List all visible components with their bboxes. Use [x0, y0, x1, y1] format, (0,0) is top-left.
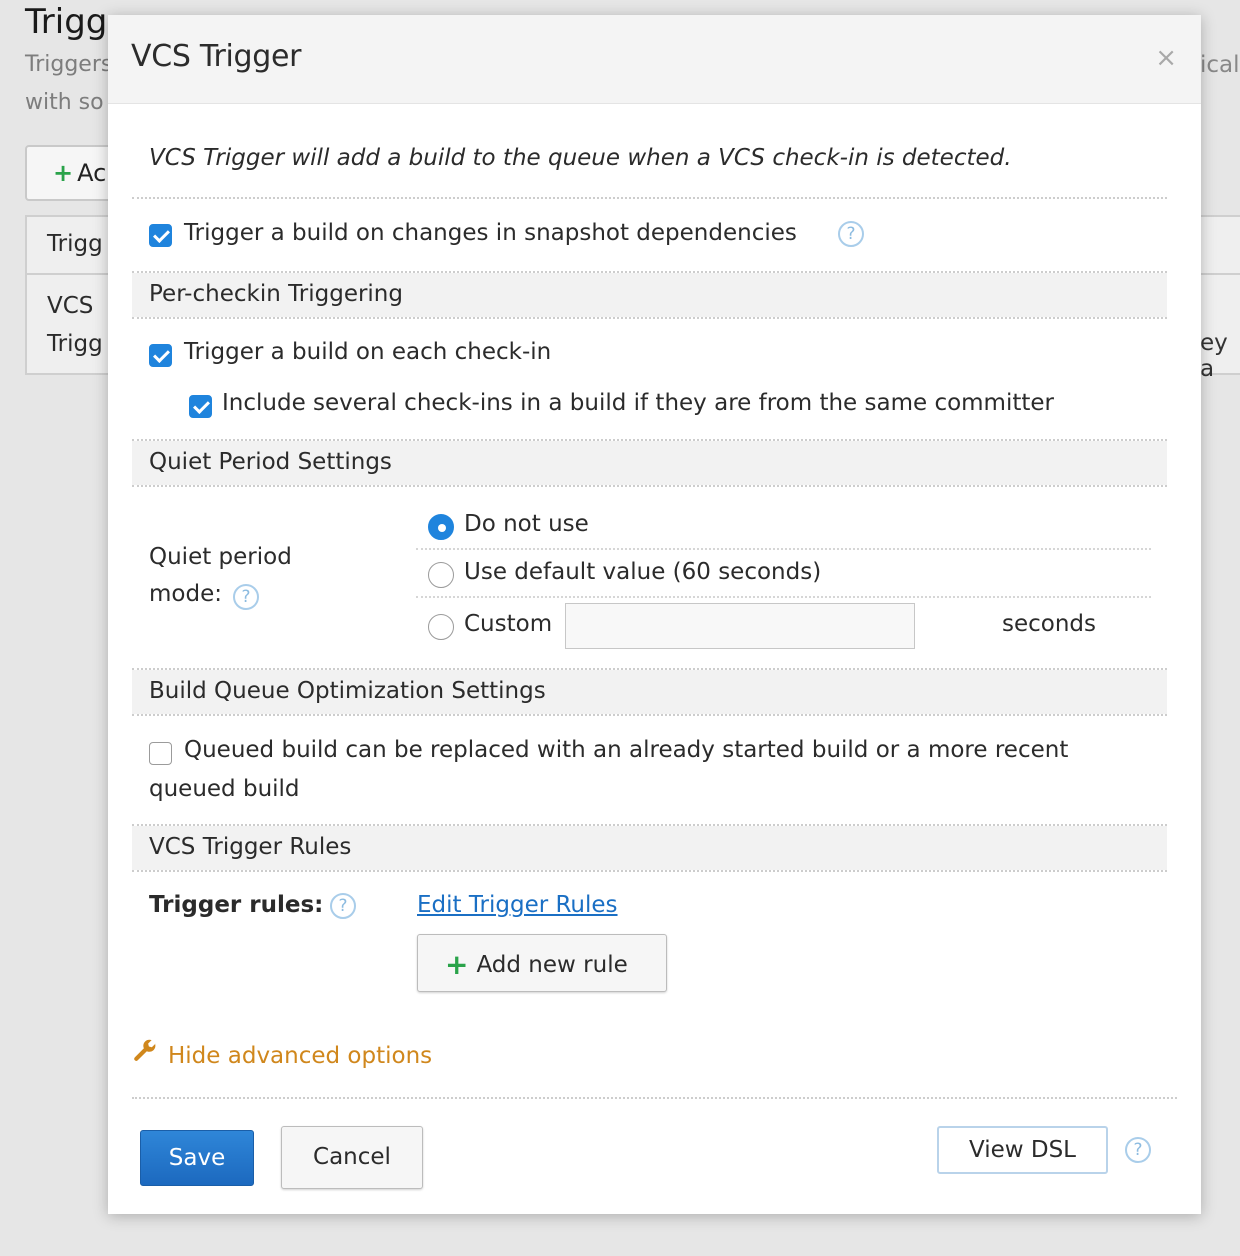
page-title: Trigg — [25, 2, 108, 42]
radio-do-not-use-label: Do not use — [464, 511, 589, 537]
snapshot-dependencies-checkbox[interactable] — [149, 224, 172, 247]
quiet-period-mode-label-line2: mode: — [149, 581, 222, 607]
radio-custom-label: Custom — [464, 611, 553, 637]
help-icon[interactable]: ? — [233, 584, 259, 610]
snapshot-dependencies-label: Trigger a build on changes in snapshot d… — [184, 220, 797, 246]
save-button[interactable]: Save — [140, 1130, 254, 1186]
hide-advanced-options-link[interactable]: Hide advanced options — [132, 1037, 432, 1069]
radio-custom[interactable] — [428, 614, 454, 640]
cancel-button[interactable]: Cancel — [281, 1126, 423, 1189]
radio-default-value[interactable] — [428, 562, 454, 588]
seconds-unit-label: seconds — [1002, 611, 1097, 637]
page-description-line2: with so — [25, 90, 104, 115]
help-icon[interactable]: ? — [330, 893, 356, 919]
divider — [132, 197, 1167, 199]
each-checkin-checkbox[interactable] — [149, 344, 172, 367]
divider — [416, 548, 1151, 550]
section-header-quiet-period: Quiet Period Settings — [132, 441, 1167, 485]
divider — [416, 596, 1151, 598]
divider — [132, 870, 1167, 872]
add-new-rule-button[interactable]: + Add new rule — [417, 934, 667, 992]
custom-seconds-input[interactable] — [565, 603, 915, 649]
dialog-header: VCS Trigger × — [108, 15, 1201, 104]
dialog-intro: VCS Trigger will add a build to the queu… — [149, 145, 1012, 171]
table-cell-overflow: ey a — [1200, 330, 1228, 382]
divider — [132, 317, 1167, 319]
close-icon[interactable]: × — [1155, 43, 1177, 73]
radio-default-value-label: Use default value (60 seconds) — [464, 559, 822, 585]
divider — [132, 485, 1167, 487]
section-header-queue-optimization: Build Queue Optimization Settings — [132, 670, 1167, 714]
help-icon[interactable]: ? — [838, 221, 864, 247]
quiet-period-mode-label: Quiet period — [149, 544, 292, 570]
vcs-trigger-dialog: VCS Trigger × VCS Trigger will add a bui… — [108, 15, 1201, 1214]
page-description-line1: Triggers — [25, 52, 113, 77]
page-description-overflow: ical — [1200, 52, 1240, 78]
section-header-per-checkin: Per-checkin Triggering — [132, 273, 1167, 317]
plus-icon: + — [53, 159, 74, 187]
trigger-rules-label: Trigger rules: — [149, 892, 324, 918]
section-header-trigger-rules: VCS Trigger Rules — [132, 826, 1167, 870]
wrench-icon — [132, 1037, 158, 1069]
radio-do-not-use[interactable] — [428, 514, 454, 540]
view-dsl-button[interactable]: View DSL — [937, 1126, 1108, 1174]
edit-trigger-rules-link[interactable]: Edit Trigger Rules — [417, 892, 618, 918]
each-checkin-label: Trigger a build on each check-in — [184, 339, 552, 365]
help-icon[interactable]: ? — [1125, 1137, 1151, 1163]
queue-replace-label: Queued build can be replaced with an alr… — [184, 737, 1069, 763]
queue-replace-checkbox[interactable] — [149, 742, 172, 765]
plus-icon: + — [445, 948, 469, 981]
same-committer-label: Include several check-ins in a build if … — [222, 390, 1054, 416]
dialog-title: VCS Trigger — [131, 39, 302, 74]
queue-replace-label-line2: queued build — [149, 776, 300, 802]
divider — [132, 1097, 1177, 1099]
same-committer-checkbox[interactable] — [189, 395, 212, 418]
divider — [132, 714, 1167, 716]
